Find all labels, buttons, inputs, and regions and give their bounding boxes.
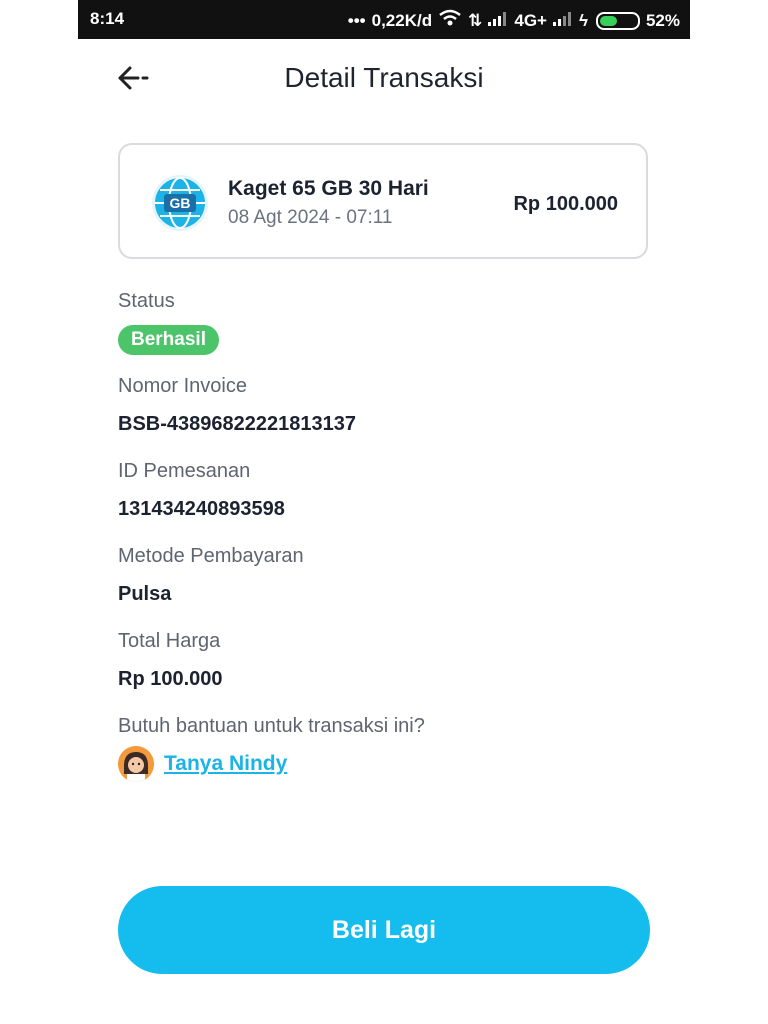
- invoice-value: BSB-43896822221813137: [118, 413, 356, 435]
- battery-fill: [599, 15, 617, 26]
- data-arrows-icon: ⇅: [468, 10, 483, 30]
- charging-icon: ϟ: [578, 10, 588, 30]
- help-question: Butuh bantuan untuk transaksi ini?: [118, 715, 425, 737]
- status-icons: ••• 0,22K/d ⇅ 4G+ ϟ 52%: [348, 9, 680, 32]
- payment-method-label: Metode Pembayaran: [118, 545, 304, 567]
- product-name: Kaget 65 GB 30 Hari: [228, 177, 429, 200]
- invoice-label: Nomor Invoice: [118, 375, 247, 397]
- product-date: 08 Agt 2024 - 07:11: [228, 207, 393, 228]
- page-title: Detail Transaksi: [284, 62, 484, 93]
- status-label: Status: [118, 290, 175, 312]
- battery-icon: [595, 11, 640, 30]
- ask-nindy-link[interactable]: Tanya Nindy: [164, 752, 287, 776]
- total-price-label: Total Harga: [118, 630, 221, 652]
- status-time: 8:14: [90, 9, 125, 28]
- help-row: Tanya Nindy: [118, 746, 287, 782]
- app-header: Detail Transaksi: [78, 50, 690, 110]
- product-price: Rp 100.000: [513, 193, 618, 215]
- globe-gb-icon: GB: [152, 175, 208, 231]
- product-card: GB Kaget 65 GB 30 Hari 08 Agt 2024 - 07:…: [118, 143, 648, 259]
- status-bar: 8:14 ••• 0,22K/d ⇅ 4G+ ϟ 52%: [78, 0, 690, 39]
- battery-percent: 52%: [645, 10, 680, 30]
- payment-method-value: Pulsa: [118, 583, 172, 605]
- phone-screen: 8:14 ••• 0,22K/d ⇅ 4G+ ϟ 52% Detail Tran…: [78, 0, 690, 1024]
- order-id-label: ID Pemesanan: [118, 460, 251, 482]
- buy-again-button[interactable]: Beli Lagi: [118, 886, 650, 974]
- network-speed: 0,22K/d: [371, 10, 433, 30]
- assistant-avatar-icon: [118, 746, 154, 782]
- signal-icon: [552, 11, 573, 31]
- signal-icon: [488, 11, 508, 31]
- more-dots-icon: •••: [347, 10, 366, 30]
- total-price-value: Rp 100.000: [118, 668, 223, 690]
- status-badge: Berhasil: [118, 325, 219, 355]
- svg-text:GB: GB: [170, 195, 191, 211]
- wifi-icon: [438, 9, 462, 32]
- network-type: 4G+: [514, 10, 547, 30]
- order-id-value: 131434240893598: [118, 498, 285, 520]
